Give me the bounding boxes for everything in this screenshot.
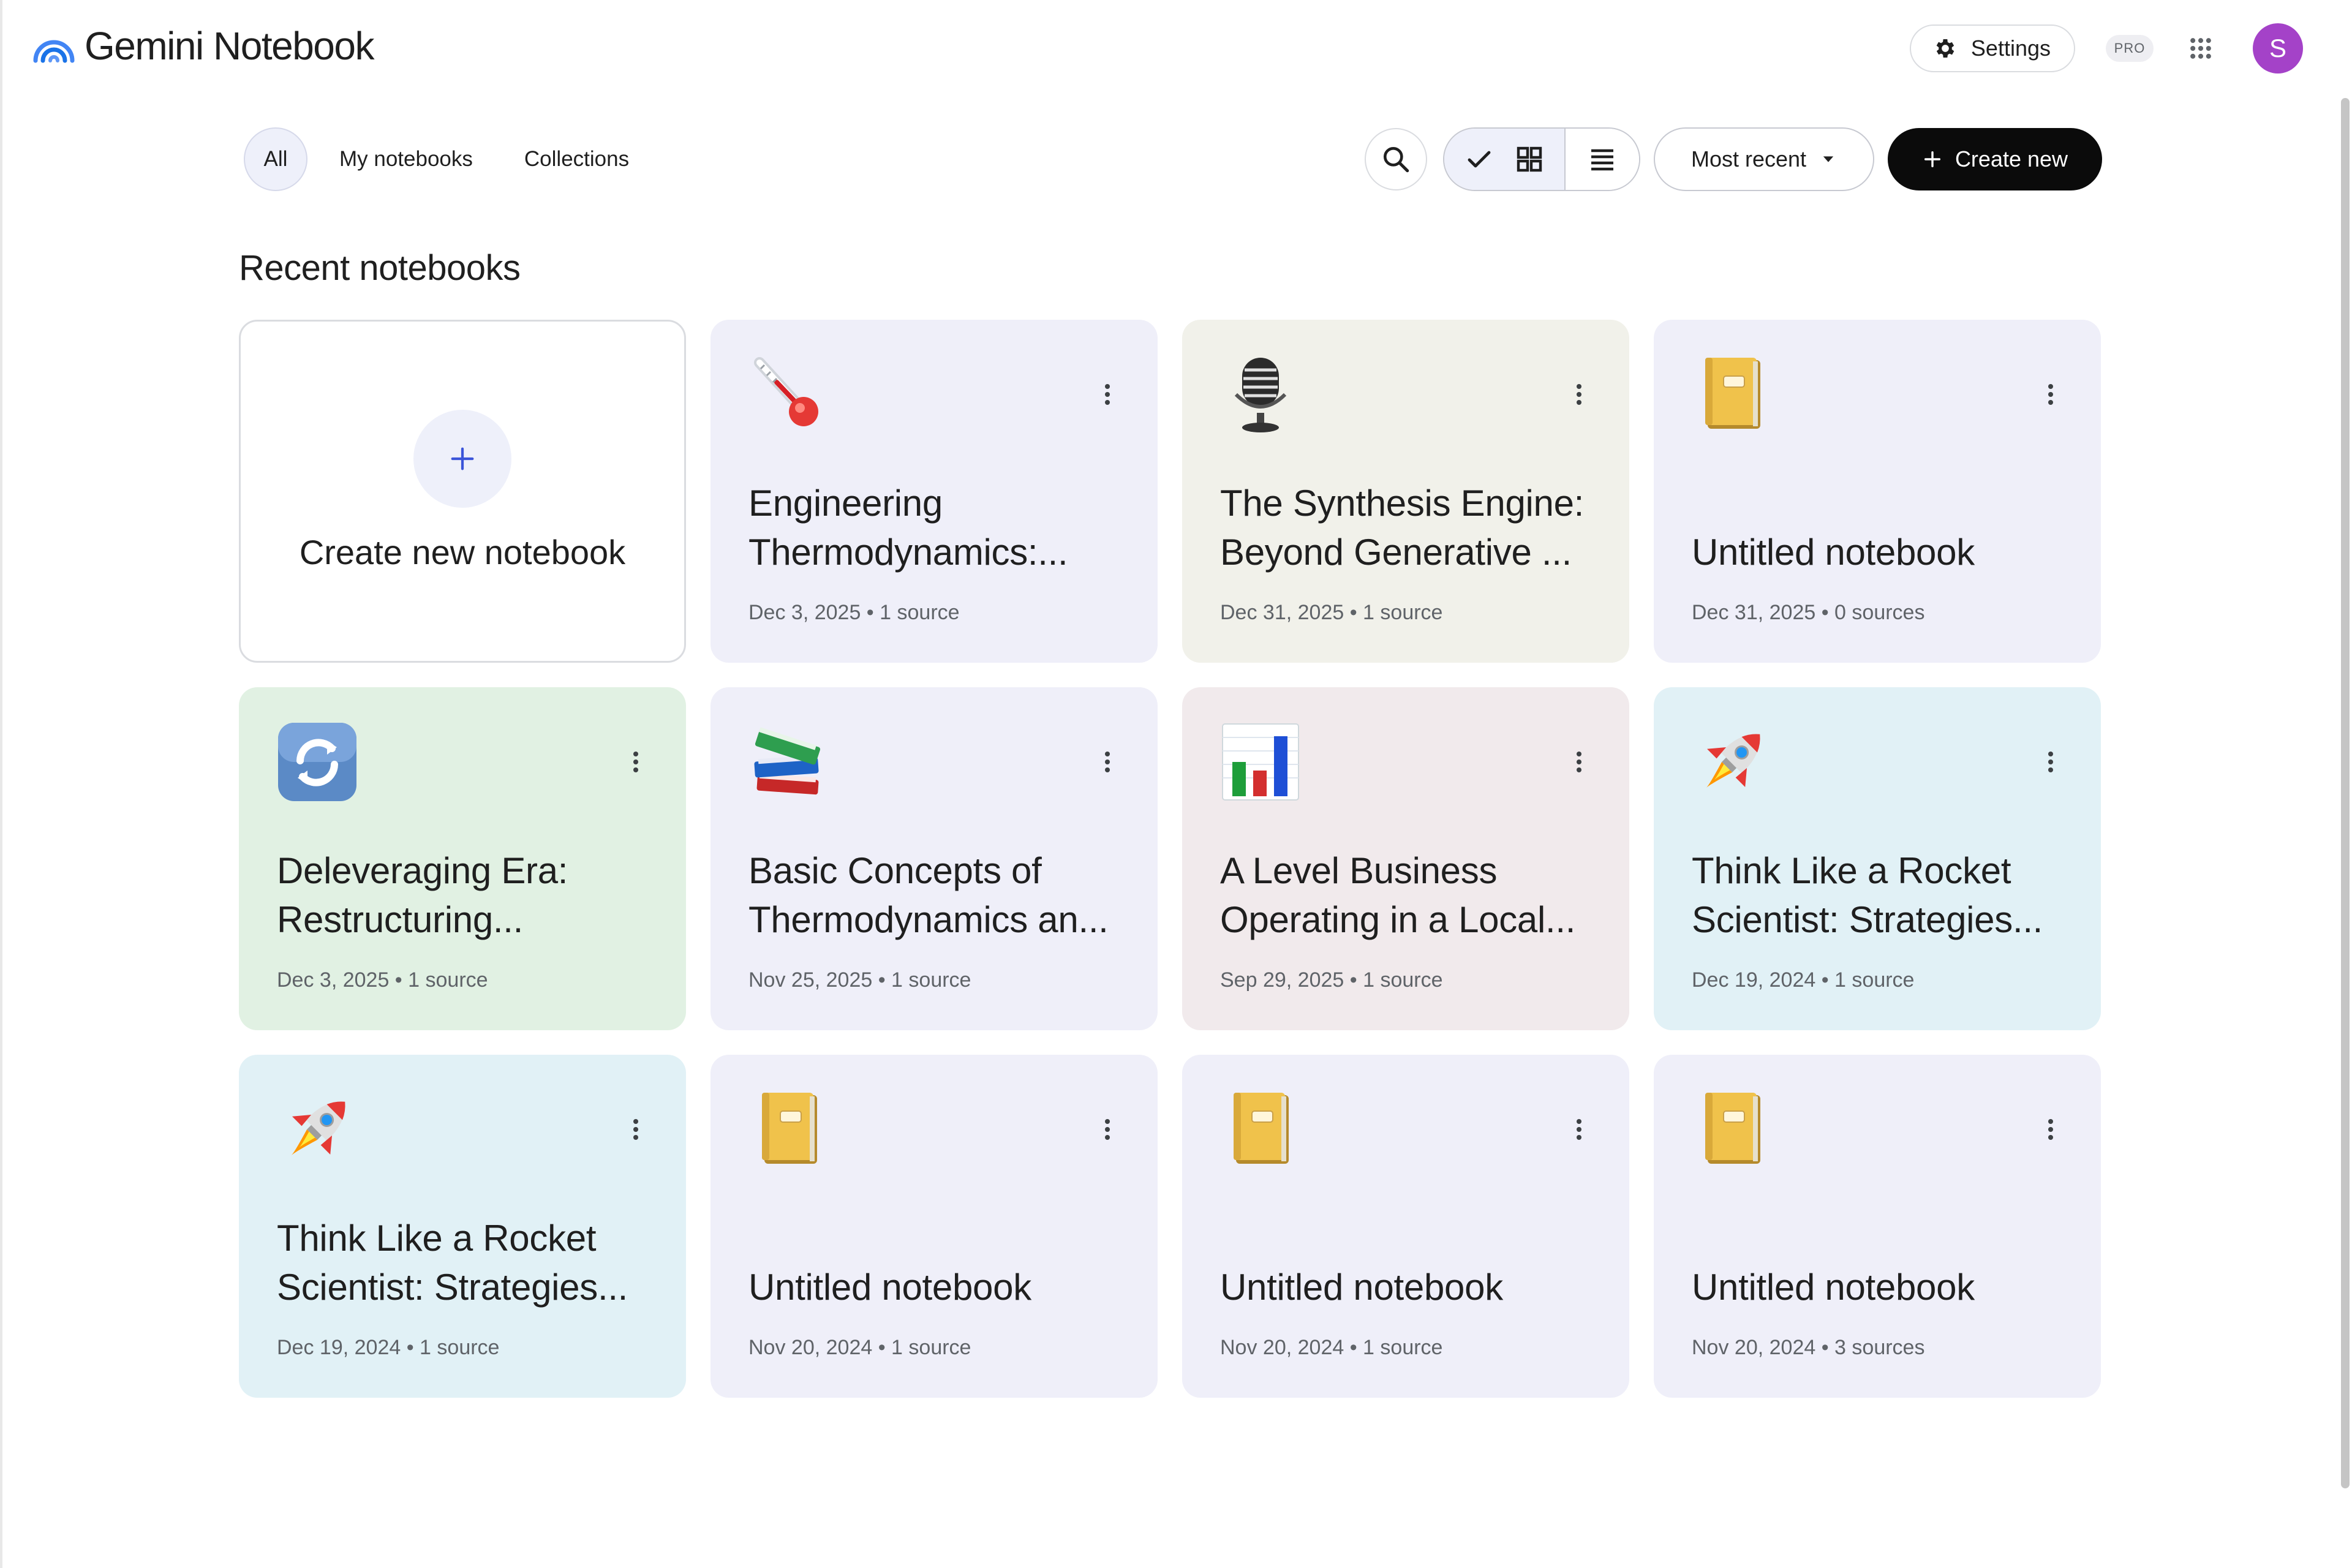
notebook-meta: Nov 20, 2024 • 1 source xyxy=(748,1336,971,1359)
create-new-label: Create new xyxy=(1954,146,2068,172)
caret-down-icon xyxy=(1823,156,1834,162)
pro-badge: PRO xyxy=(2106,35,2154,62)
notebook-title: Deleveraging Era: Restructuring... xyxy=(277,850,568,940)
notebook-card[interactable]: Untitled notebook Nov 20, 2024 • 1 source xyxy=(1182,1055,1629,1398)
notebook-title: Engineering Thermodynamics:... xyxy=(748,483,1068,573)
plus-glyph xyxy=(451,447,474,470)
header-actions: Settings PRO S xyxy=(1909,23,2303,74)
search-button[interactable] xyxy=(1365,128,1427,190)
grid-view-icon xyxy=(1517,146,1542,172)
search-icon xyxy=(1384,147,1409,173)
notebook-meta: Dec 31, 2025 • 1 source xyxy=(1220,601,1443,624)
notebook-meta: Dec 19, 2024 • 1 source xyxy=(1692,968,1915,992)
notebook-title: Untitled notebook xyxy=(1220,1267,1503,1308)
settings-label: Settings xyxy=(1970,36,2051,61)
notebook-title: Basic Concepts of Thermodynamics an... xyxy=(748,850,1109,940)
notebook-title: A Level Business Operating in a Local... xyxy=(1220,850,1576,940)
tab-collections[interactable]: Collections xyxy=(505,127,649,191)
notebook-emoji-icon xyxy=(746,352,832,437)
notebook-card[interactable]: Basic Concepts of Thermodynamics an... No… xyxy=(710,687,1158,1030)
notebook-emoji-icon xyxy=(274,719,360,805)
notebook-meta: Dec 19, 2024 • 1 source xyxy=(277,1336,500,1359)
settings-button[interactable]: Settings xyxy=(1909,24,2075,72)
notebook-emoji-icon xyxy=(1218,719,1303,805)
more-vert-icon[interactable] xyxy=(1573,1111,1585,1148)
more-vert-icon[interactable] xyxy=(1101,376,1114,413)
notebook-emoji-icon xyxy=(1689,352,1775,437)
plus-icon xyxy=(1924,151,1940,168)
tab-all[interactable]: All xyxy=(244,127,307,191)
grid-view-button[interactable] xyxy=(1444,129,1566,190)
notebook-title: The Synthesis Engine: Beyond Generative … xyxy=(1220,483,1585,573)
notebook-emoji-icon xyxy=(746,1087,832,1172)
notebook-emoji-icon xyxy=(1689,1087,1775,1172)
create-notebook-card[interactable]: Create new notebook xyxy=(239,320,686,663)
notebook-title: Untitled notebook xyxy=(1692,532,1975,573)
app-logo[interactable]: Gemini Notebook xyxy=(32,23,374,69)
more-vert-icon[interactable] xyxy=(630,744,642,780)
sort-label: Most recent xyxy=(1691,146,1807,172)
apps-grid-icon[interactable] xyxy=(2184,32,2217,65)
toolbar: All My notebooks Collections Most recent… xyxy=(244,126,2102,192)
notebook-card[interactable]: Engineering Thermodynamics:... Dec 3, 202… xyxy=(710,320,1158,663)
create-new-button[interactable]: Create new xyxy=(1888,128,2102,190)
notebook-card[interactable]: Think Like a Rocket Scientist: Strategie… xyxy=(1654,687,2101,1030)
gear-icon xyxy=(1936,39,1954,58)
notebook-meta: Dec 3, 2025 • 1 source xyxy=(748,601,960,624)
notebook-emoji-icon xyxy=(746,719,832,805)
check-icon xyxy=(1468,151,1491,168)
notebook-meta: Nov 20, 2024 • 3 sources xyxy=(1692,1336,1925,1359)
notebook-card[interactable]: Deleveraging Era: Restructuring... Dec 3,… xyxy=(239,687,686,1030)
list-view-icon xyxy=(1591,149,1613,171)
notebook-card[interactable]: A Level Business Operating in a Local...… xyxy=(1182,687,1629,1030)
more-vert-icon[interactable] xyxy=(1573,744,1585,780)
avatar[interactable]: S xyxy=(2253,23,2303,74)
notebook-meta: Sep 29, 2025 • 1 source xyxy=(1220,968,1443,992)
more-vert-icon[interactable] xyxy=(1573,376,1585,413)
list-view-button[interactable] xyxy=(1566,129,1639,190)
notebook-logo-icon xyxy=(33,40,75,63)
tab-my-notebooks[interactable]: My notebooks xyxy=(320,127,492,191)
notebook-emoji-icon xyxy=(1218,1087,1303,1172)
notebook-card[interactable]: Untitled notebook Nov 20, 2024 • 3 source… xyxy=(1654,1055,2101,1398)
more-vert-icon[interactable] xyxy=(2045,376,2057,413)
notebook-title: Untitled notebook xyxy=(748,1267,1031,1308)
app-header: Gemini Notebook Settings PRO S xyxy=(0,0,2352,98)
app-title: Gemini Notebook xyxy=(85,24,374,68)
toolbar-actions: Most recent Create new xyxy=(1365,126,2102,192)
notebook-emoji-icon xyxy=(274,1087,360,1172)
more-vert-icon[interactable] xyxy=(2045,1111,2057,1148)
section-title: Recent notebooks xyxy=(239,248,521,288)
notebook-meta: Dec 3, 2025 • 1 source xyxy=(277,968,488,992)
notebook-meta: Nov 25, 2025 • 1 source xyxy=(748,968,971,992)
page-scrollbar[interactable] xyxy=(2341,98,2350,1488)
notebook-card[interactable]: Think Like a Rocket Scientist: Strategie… xyxy=(239,1055,686,1398)
notebook-title: Think Like a Rocket Scientist: Strategie… xyxy=(277,1218,628,1308)
filter-tabs: All My notebooks Collections xyxy=(244,127,649,191)
plus-icon xyxy=(413,409,511,508)
notebook-card[interactable]: Untitled notebook Dec 31, 2025 • 0 source… xyxy=(1654,320,2101,663)
notebook-emoji-icon xyxy=(1689,719,1775,805)
notebook-title: Untitled notebook xyxy=(1692,1267,1975,1308)
window-edge xyxy=(0,0,2,1568)
more-vert-icon[interactable] xyxy=(2045,744,2057,780)
sort-dropdown[interactable]: Most recent xyxy=(1654,127,1874,191)
notebook-meta: Dec 31, 2025 • 0 sources xyxy=(1692,601,1925,624)
more-vert-icon[interactable] xyxy=(1101,1111,1114,1148)
notebook-title: Think Like a Rocket Scientist: Strategie… xyxy=(1692,850,2043,940)
notebook-card[interactable]: The Synthesis Engine: Beyond Generative … xyxy=(1182,320,1629,663)
more-vert-icon[interactable] xyxy=(630,1111,642,1148)
notebook-meta: Nov 20, 2024 • 1 source xyxy=(1220,1336,1443,1359)
create-notebook-label: Create new notebook xyxy=(299,532,626,571)
notebook-emoji-icon xyxy=(1218,352,1303,437)
notebook-grid: Create new notebook Engineering Thermody… xyxy=(239,320,2102,1398)
view-toggle xyxy=(1443,127,1640,191)
more-vert-icon[interactable] xyxy=(1101,744,1114,780)
apps-grid-glyph xyxy=(2190,38,2211,59)
notebook-card[interactable]: Untitled notebook Nov 20, 2024 • 1 source xyxy=(710,1055,1158,1398)
